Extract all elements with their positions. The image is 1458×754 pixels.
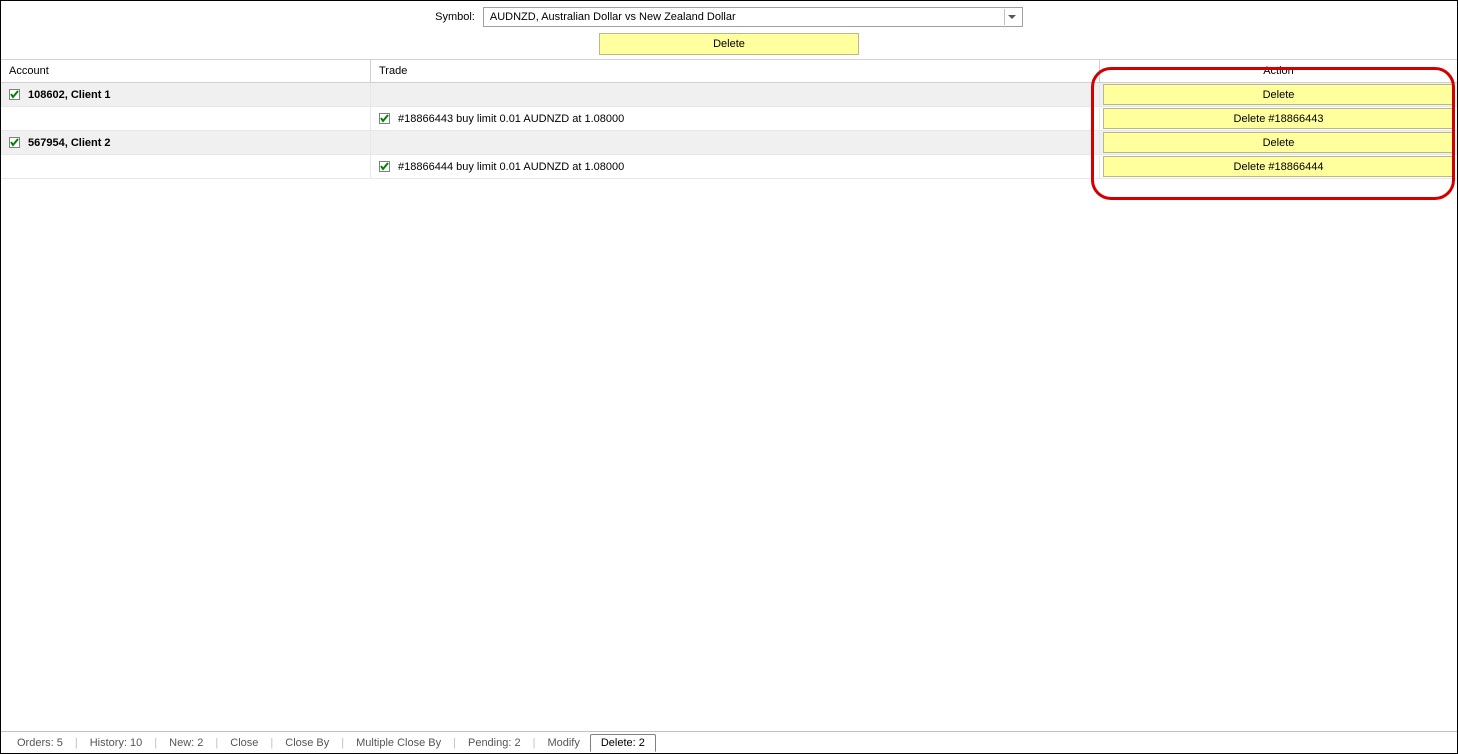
tab-orders[interactable]: Orders: 5 xyxy=(7,735,73,751)
delete-trade-button[interactable]: Delete #18866444 xyxy=(1103,156,1454,177)
tab-close-by[interactable]: Close By xyxy=(275,735,339,751)
symbol-value: AUDNZD, Australian Dollar vs New Zealand… xyxy=(490,11,736,23)
tab-close[interactable]: Close xyxy=(220,735,268,751)
checkbox-icon[interactable] xyxy=(9,89,20,100)
delete-row-button[interactable]: Delete xyxy=(1103,132,1454,153)
tab-new[interactable]: New: 2 xyxy=(159,735,213,751)
col-header-trade[interactable]: Trade xyxy=(371,60,1100,82)
table-row: #18866444 buy limit 0.01 AUDNZD at 1.080… xyxy=(1,155,1457,179)
delete-button-label: Delete xyxy=(713,38,745,50)
checkbox-icon[interactable] xyxy=(9,137,20,148)
account-cell xyxy=(1,107,371,130)
account-cell xyxy=(1,155,371,178)
symbol-label: Symbol: xyxy=(435,11,475,23)
tab-modify[interactable]: Modify xyxy=(537,735,589,751)
checkbox-icon[interactable] xyxy=(379,161,390,172)
delete-trade-button[interactable]: Delete #18866443 xyxy=(1103,108,1454,129)
bottom-tabs: Orders: 5| History: 10| New: 2| Close| C… xyxy=(1,731,1457,753)
tab-delete[interactable]: Delete: 2 xyxy=(590,734,656,752)
tab-history[interactable]: History: 10 xyxy=(80,735,153,751)
tab-pending[interactable]: Pending: 2 xyxy=(458,735,531,751)
account-label: 108602, Client 1 xyxy=(28,89,111,101)
trade-cell xyxy=(371,83,1100,106)
trade-cell xyxy=(371,131,1100,154)
delete-row-button[interactable]: Delete xyxy=(1103,84,1454,105)
delete-button[interactable]: Delete xyxy=(599,33,859,55)
account-label: 567954, Client 2 xyxy=(28,137,111,149)
table-row: #18866443 buy limit 0.01 AUDNZD at 1.080… xyxy=(1,107,1457,131)
symbol-dropdown[interactable]: AUDNZD, Australian Dollar vs New Zealand… xyxy=(483,7,1023,27)
col-header-account[interactable]: Account xyxy=(1,60,371,82)
col-header-action[interactable]: Action xyxy=(1100,60,1457,82)
chevron-down-icon xyxy=(1004,9,1020,25)
trade-label: #18866443 buy limit 0.01 AUDNZD at 1.080… xyxy=(398,113,624,125)
checkbox-icon[interactable] xyxy=(379,113,390,124)
table-row: 108602, Client 1 Delete xyxy=(1,83,1457,107)
trade-label: #18866444 buy limit 0.01 AUDNZD at 1.080… xyxy=(398,161,624,173)
table-header: Account Trade Action xyxy=(1,59,1457,83)
tab-multiple-close-by[interactable]: Multiple Close By xyxy=(346,735,451,751)
table-row: 567954, Client 2 Delete xyxy=(1,131,1457,155)
